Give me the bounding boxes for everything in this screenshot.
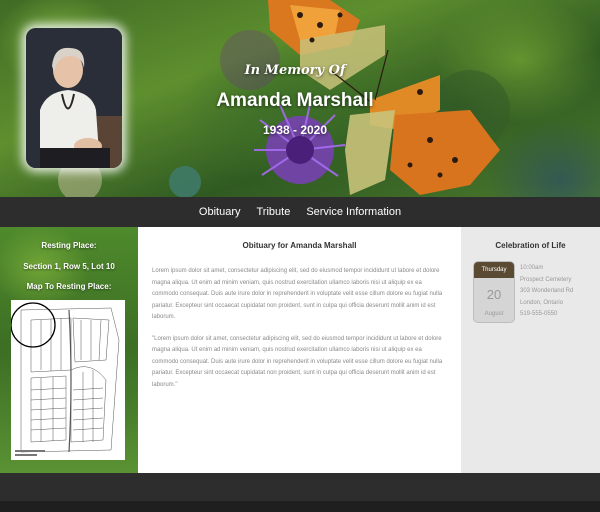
portrait-image — [26, 28, 122, 168]
calendar-icon: Thursday 20 August — [473, 261, 515, 323]
obituary-paragraph-2: "Lorem ipsum dolor sit amet, consectetur… — [152, 335, 443, 388]
map-label: Map To Resting Place: — [26, 282, 112, 291]
nav-service-information[interactable]: Service Information — [298, 206, 409, 218]
hero-banner: In Memory Of Amanda Marshall 1938 - 2020 — [0, 0, 600, 197]
deceased-name: Amanda Marshall — [216, 90, 374, 111]
footer-bar — [0, 473, 600, 501]
resting-place-label: Resting Place: — [41, 241, 97, 250]
celebration-of-life-section: Celebration of Life Thursday 20 August 1… — [461, 227, 600, 473]
cemetery-map-drawing — [10, 300, 125, 460]
event-details: 10:00am Prospect Cemetery 303 Wonderland… — [520, 263, 573, 321]
in-memory-heading: In Memory Of — [244, 63, 346, 78]
footer-bottom — [0, 501, 600, 512]
celebration-title: Celebration of Life — [495, 241, 566, 250]
obituary-section: Obituary for Amanda Marshall Lorem ipsum… — [138, 227, 461, 473]
nav-tribute[interactable]: Tribute — [248, 206, 298, 218]
nav-obituary[interactable]: Obituary — [191, 206, 249, 218]
main-nav: Obituary Tribute Service Information — [0, 197, 600, 227]
calendar-day: Thursday — [474, 262, 514, 278]
event-city: London, Ontario — [520, 299, 564, 306]
life-years: 1938 - 2020 — [262, 123, 328, 137]
event-phone[interactable]: 519-555-0550 — [520, 309, 573, 321]
event-venue: Prospect Cemetery — [520, 276, 572, 283]
obituary-paragraph-1: Lorem ipsum dolor sit amet, consectetur … — [152, 268, 443, 320]
event-time: 10:00am — [520, 265, 544, 271]
obituary-title: Obituary for Amanda Marshall — [242, 241, 357, 250]
event-address: 303 Wonderland Rd — [520, 288, 574, 294]
calendar-date: 20 — [486, 287, 502, 302]
resting-place-value: Section 1, Row 5, Lot 10 — [23, 262, 115, 271]
portrait-photo — [26, 28, 122, 168]
thistle-flower — [254, 103, 346, 184]
calendar-month: August — [484, 311, 504, 317]
resting-place-sidebar: Resting Place: Section 1, Row 5, Lot 10 … — [0, 227, 138, 473]
cemetery-map[interactable] — [10, 300, 125, 460]
